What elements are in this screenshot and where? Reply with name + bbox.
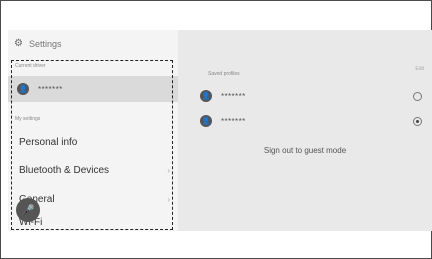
current-driver-row[interactable]: 👤 ******* [8, 76, 178, 102]
current-driver-label: Current driver [15, 63, 46, 69]
edit-button[interactable]: Edit [415, 66, 424, 72]
user-avatar-icon: 👤 [17, 83, 29, 95]
settings-title: Settings [28, 38, 62, 49]
menu-item-bluetooth-devices[interactable]: Bluetooth & Devices › [8, 158, 178, 182]
menu-item-personal-info[interactable]: Personal info [8, 130, 178, 154]
screenshot-frame: ⚙ Settings Current driver 👤 ******* My s… [0, 0, 432, 259]
user-avatar-icon: 👤 [200, 115, 212, 127]
chevron-right-icon: › [167, 194, 170, 204]
my-settings-label: My settings [15, 116, 41, 122]
profile-name: ******* [221, 116, 246, 126]
settings-header: ⚙ Settings [14, 38, 62, 49]
menu-item-label: Personal info [19, 136, 78, 148]
sign-out-guest-button[interactable]: Sign out to guest mode [178, 146, 432, 155]
microphone-button[interactable]: 🎤 [16, 198, 40, 222]
user-avatar-icon: 👤 [200, 90, 212, 102]
profile-row[interactable]: 👤 ******* [200, 88, 422, 104]
chevron-right-icon: › [167, 165, 170, 175]
menu-item-label: Bluetooth & Devices [19, 164, 110, 176]
right-panel: Edit Saved profiles 👤 ******* 👤 ******* … [178, 30, 432, 231]
driver-name: ******* [38, 84, 63, 94]
settings-screen: ⚙ Settings Current driver 👤 ******* My s… [8, 30, 432, 231]
profile-row[interactable]: 👤 ******* [200, 113, 422, 129]
saved-profiles-label: Saved profiles [208, 71, 240, 77]
profile-name: ******* [221, 91, 246, 101]
gear-icon: ⚙ [14, 38, 23, 49]
microphone-icon: 🎤 [21, 204, 35, 217]
profile-radio-button[interactable] [413, 92, 422, 101]
profile-radio-button-selected[interactable] [413, 117, 422, 126]
